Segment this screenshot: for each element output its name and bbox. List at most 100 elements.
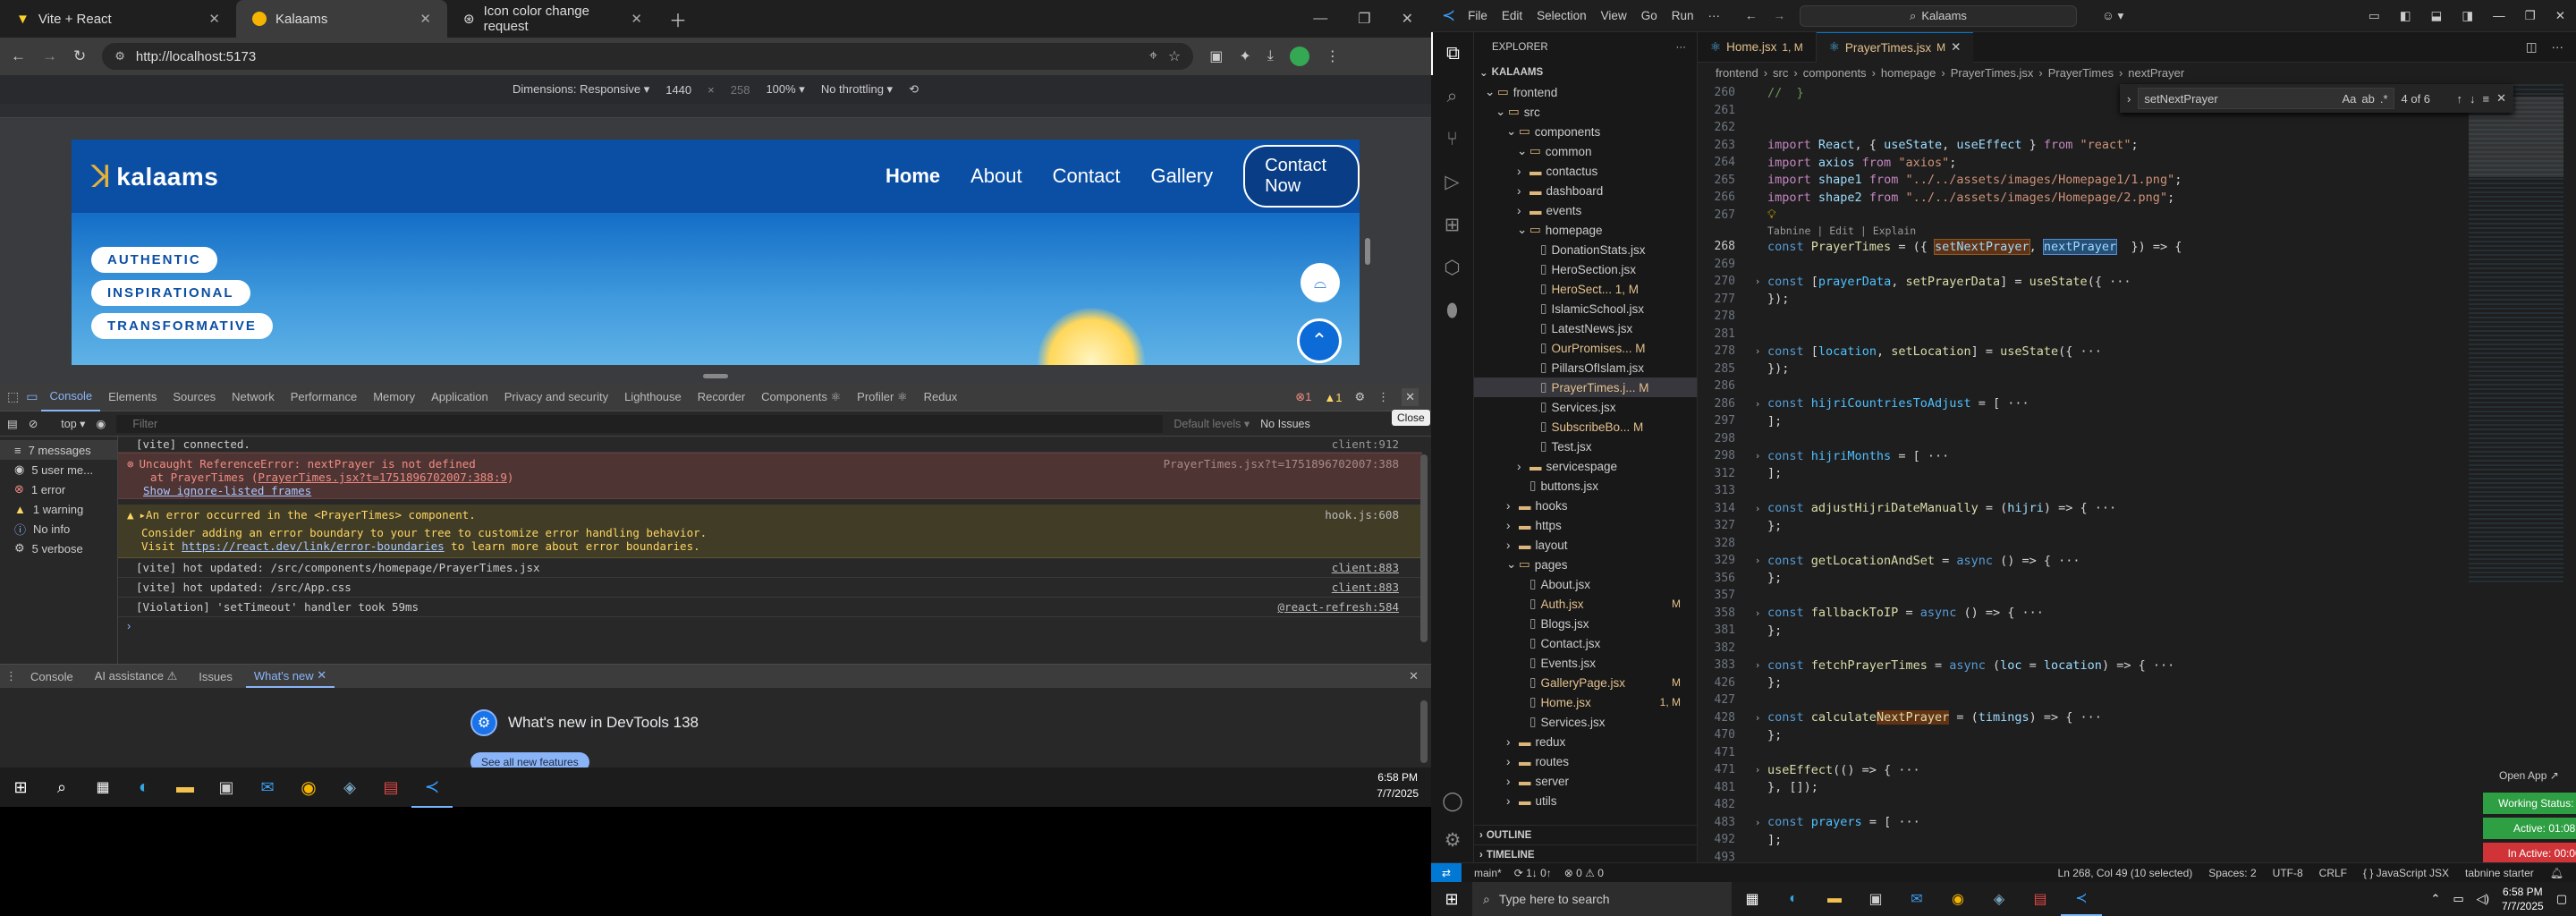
nav-forward-icon[interactable]: → [1773,9,1785,22]
dimensions-select[interactable]: Dimensions: Responsive ▾ [513,82,649,97]
taskbar-time[interactable]: 6:58 PM [1377,769,1419,785]
mail-icon[interactable]: ✉ [247,767,288,808]
tree-file[interactable]: ▯ LatestNews.jsx [1474,318,1697,338]
tree-folder[interactable]: ⌄ ▭ pages [1474,555,1697,574]
devtools-tab-sources[interactable]: Sources [165,383,224,411]
remote-indicator[interactable]: ⇄ [1431,862,1462,883]
timeline-section[interactable]: › TIMELINE [1474,844,1698,864]
console-scrollbar[interactable] [1420,454,1428,642]
nav-back-icon[interactable]: ← [1745,9,1758,22]
tree-folder[interactable]: ⌄ ▭ src [1474,102,1697,122]
breadcrumb-item[interactable]: nextPrayer [2128,66,2184,80]
tree-folder[interactable]: › ▬ layout [1474,535,1697,555]
tree-file[interactable]: ▯ Services.jsx [1474,397,1697,417]
tree-file[interactable]: ▯ HeroSection.jsx [1474,259,1697,279]
run-debug-icon[interactable]: ▷ [1431,161,1473,204]
scroll-top-button[interactable]: ⌃ [1297,318,1342,363]
message-source-link[interactable]: client:883 [1332,581,1399,594]
account-icon[interactable]: ◯ [1431,784,1474,819]
edge-icon[interactable]: ◐ [123,767,165,808]
drawer-tab-console[interactable]: Console [22,665,81,688]
bookmark-star-icon[interactable]: ☆ [1168,47,1181,65]
close-devtools-icon[interactable]: ✕ [1402,388,1419,406]
menu-edit[interactable]: Edit [1502,9,1522,22]
edge-icon[interactable]: ◐ [1773,882,1814,916]
command-center[interactable]: ⌕ Kalaams [1799,4,2077,27]
download-icon[interactable]: ⤓ [1267,48,1274,64]
taskbar-search-box[interactable]: ⌕ Type here to search [1472,882,1732,916]
message-source-link[interactable]: client:883 [1332,561,1399,574]
close-icon[interactable]: ✕ [208,11,220,27]
throttle-select[interactable]: No throttling ▾ [821,82,893,97]
settings-gear-icon[interactable]: ⚙ [1354,390,1365,404]
close-icon[interactable]: ✕ [631,11,642,27]
minimize-icon[interactable]: — [2493,9,2505,22]
devtools-tab-network[interactable]: Network [224,383,283,411]
devtools-tab-lighthouse[interactable]: Lighthouse [616,383,690,411]
tree-file[interactable]: ▯ PrayerTimes.j... M [1474,377,1697,397]
back-icon[interactable]: ← [11,47,26,65]
site-info-icon[interactable]: ⚙ [114,49,125,64]
network-icon[interactable]: ▭ [2453,892,2463,906]
browser-tab-chatgpt[interactable]: ⊛ Icon color change request ✕ [447,0,658,38]
split-editor-icon[interactable]: ◫ [2526,40,2538,55]
tabnine-icon[interactable]: ⬮ [1431,290,1473,333]
contact-now-button[interactable]: Contact Now [1243,145,1360,208]
start-button[interactable]: ⊞ [0,767,41,808]
eol-status[interactable]: CRLF [2319,867,2347,879]
breadcrumb-item[interactable]: PrayerTimes.jsx [1951,66,2034,80]
tree-file[interactable]: ▯ PillarsOfIslam.jsx [1474,358,1697,377]
sync-status[interactable]: ⟳ 1↓ 0↑ [1514,867,1552,879]
cursor-position[interactable]: Ln 268, Col 49 (10 selected) [2058,867,2193,879]
toggle-replace-icon[interactable]: › [2127,92,2131,106]
tree-file[interactable]: ▯ Home.jsx 1, M [1474,692,1697,712]
tree-file[interactable]: ▯ buttons.jsx [1474,476,1697,496]
tree-folder[interactable]: › ▬ redux [1474,732,1697,751]
devtools-tab-recorder[interactable]: Recorder [690,383,753,411]
eye-icon[interactable]: ◉ [96,417,106,430]
console-sidebar-item[interactable]: ⓘ No info [0,519,117,539]
taskbar-search-icon[interactable]: ⌕ [41,767,82,808]
find-input[interactable] [2144,91,2337,106]
vscode-taskbar-icon[interactable]: ≺ [2061,882,2102,916]
close-find-icon[interactable]: ✕ [2496,91,2506,106]
resize-handle-bottom[interactable] [703,374,728,378]
indentation-status[interactable]: Spaces: 2 [2208,867,2256,879]
rotate-icon[interactable]: ⟲ [909,82,919,97]
log-levels-select[interactable]: Default levels ▾ [1174,417,1250,430]
more-actions-icon[interactable]: ··· [2552,40,2564,54]
tree-folder[interactable]: › ▬ dashboard [1474,181,1697,200]
tree-file[interactable]: ▯ Contact.jsx [1474,633,1697,653]
menu-dots-icon[interactable]: ⋮ [1326,47,1340,65]
console-sidebar-item[interactable]: ▲ 1 warning [0,499,117,519]
search-icon[interactable]: ⌕ [1431,75,1473,118]
code-editor[interactable]: 260// } 261 262 263 import React, { useState… [1698,84,2503,869]
drawer-scrollbar[interactable] [1420,700,1428,763]
vscode-taskbar-icon[interactable]: ≺ [411,767,453,808]
taskbar-date[interactable]: 7/7/2025 [2502,899,2544,913]
tree-folder[interactable]: ⌄ ▭ frontend [1474,82,1697,102]
close-icon[interactable]: ✕ [317,668,326,683]
drawer-tab-ai-assistance[interactable]: AI assistance ⚠ [87,665,186,688]
profile-avatar[interactable] [1289,47,1309,66]
menu-selection[interactable]: Selection [1537,9,1587,22]
toggle-sidebar-icon[interactable]: ◧ [2400,9,2411,23]
previous-match-icon[interactable]: ↑ [2457,92,2463,106]
toggle-panel-icon[interactable]: ⬓ [2431,9,2443,23]
width-input[interactable]: 1440 [665,83,691,97]
nav-home[interactable]: Home [886,165,940,188]
stack-frame-link[interactable]: PrayerTimes.jsx?t=1751896702007:388:9 [258,471,506,484]
tree-folder[interactable]: › ▬ hooks [1474,496,1697,515]
browser-tab-vite[interactable]: ▼ Vite + React ✕ [0,0,236,38]
zoom-select[interactable]: 100% ▾ [766,82,804,97]
layout-icon[interactable]: ▭ [2368,9,2380,23]
devtools-tab-elements[interactable]: Elements [100,383,165,411]
copilot-icon[interactable]: ☺ ▾ [2102,9,2123,23]
tree-file[interactable]: ▯ Blogs.jsx [1474,614,1697,633]
sidebar-toggle-icon[interactable]: ▤ [7,417,18,430]
store-icon[interactable]: ▣ [1855,882,1896,916]
devtools-tab-performance[interactable]: Performance [283,383,365,411]
taskbar-time[interactable]: 6:58 PM [2502,885,2544,899]
tree-file[interactable]: ▯ Auth.jsx M [1474,594,1697,614]
tree-folder[interactable]: › ▬ contactus [1474,161,1697,181]
